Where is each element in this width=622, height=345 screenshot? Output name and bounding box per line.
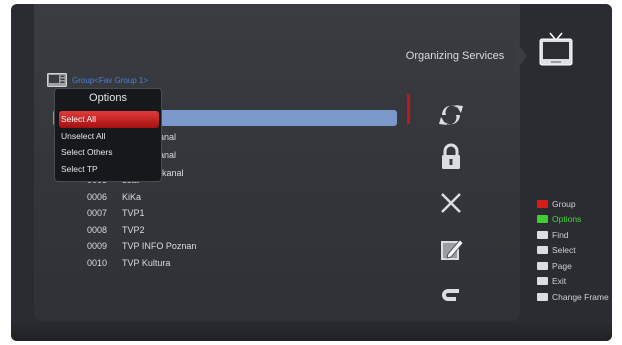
legend-item-find: Find [537,227,612,243]
tv-screen: Organizing Services Group<Fav Group 1> a… [11,4,612,341]
rename-icon[interactable] [436,234,466,264]
scroll-indicator[interactable] [407,94,410,124]
legend-label: Options [552,214,582,225]
legend-item-options: Options [537,212,612,228]
breadcrumb-text: Group<Fav Group 1> [72,75,149,85]
legend-item-select: Select [537,243,612,259]
channel-name: TVP2 [122,224,145,235]
options-popup: Options Select All Unselect All Select O… [54,88,162,182]
legend-label: Page [552,260,572,271]
delete-icon[interactable] [436,188,466,218]
legend-item-group: Group [537,196,612,212]
option-unselect-all[interactable]: Unselect All [59,128,159,145]
breadcrumb: Group<Fav Group 1> [47,72,148,88]
channel-row[interactable]: 0010 TVP Kultura [87,255,367,272]
channel-number: 0008 [87,224,108,235]
green-key-icon [537,215,548,224]
page-key-icon [537,261,548,270]
channel-row[interactable]: 0008 TVP2 [87,222,367,239]
bottom-strip [11,321,612,341]
channel-list: 00053sat 0006KiKa 0007TVP1 0008TVP2 0009… [87,172,367,271]
channel-name: TVP1 [122,208,145,219]
key-legend: Group Options Find Select Page Exit Chan… [537,196,612,305]
lock-icon[interactable] [436,142,466,172]
channel-name: TVP INFO Poznan [122,241,197,252]
legend-item-change-frame: Change Frame [537,289,612,305]
channel-name: KiKa [122,191,142,202]
options-title: Options [89,92,127,104]
title-arrow [515,40,527,72]
legend-label: Exit [552,276,567,287]
channel-row[interactable]: 0007 TVP1 [87,205,367,222]
tv-list-icon [47,73,67,87]
channel-name: TVP Kultura [122,257,171,268]
list-item[interactable]: anal [159,128,184,146]
move-icon[interactable] [436,100,466,130]
option-select-tp[interactable]: Select TP [59,161,159,178]
red-key-icon [537,199,548,208]
list-item[interactable]: anal [159,146,184,164]
page-title: Organizing Services [405,50,505,62]
channel-number: 0010 [87,257,108,268]
option-select-all[interactable]: Select All [59,111,159,128]
fav-icon[interactable] [436,280,466,310]
legend-item-page: Page [537,258,612,274]
legend-label: Group [552,198,576,209]
select-key-icon [537,246,548,255]
channel-row[interactable]: 0009 TVP INFO Poznan [87,238,367,255]
frame-key-icon [537,292,548,301]
tv-icon [539,32,573,66]
legend-label: Select [552,245,576,256]
options-list: Select All Unselect All Select Others Se… [59,111,159,177]
legend-label: Change Frame [552,291,609,302]
exit-key-icon [537,277,548,286]
option-select-others[interactable]: Select Others [59,144,159,161]
find-key-icon [537,230,548,239]
legend-item-exit: Exit [537,274,612,290]
channel-row[interactable]: 0006 KiKa [87,189,367,206]
channel-number: 0009 [87,241,108,252]
legend-label: Find [552,229,569,240]
channel-number: 0006 [87,191,108,202]
channel-number: 0007 [87,208,108,219]
